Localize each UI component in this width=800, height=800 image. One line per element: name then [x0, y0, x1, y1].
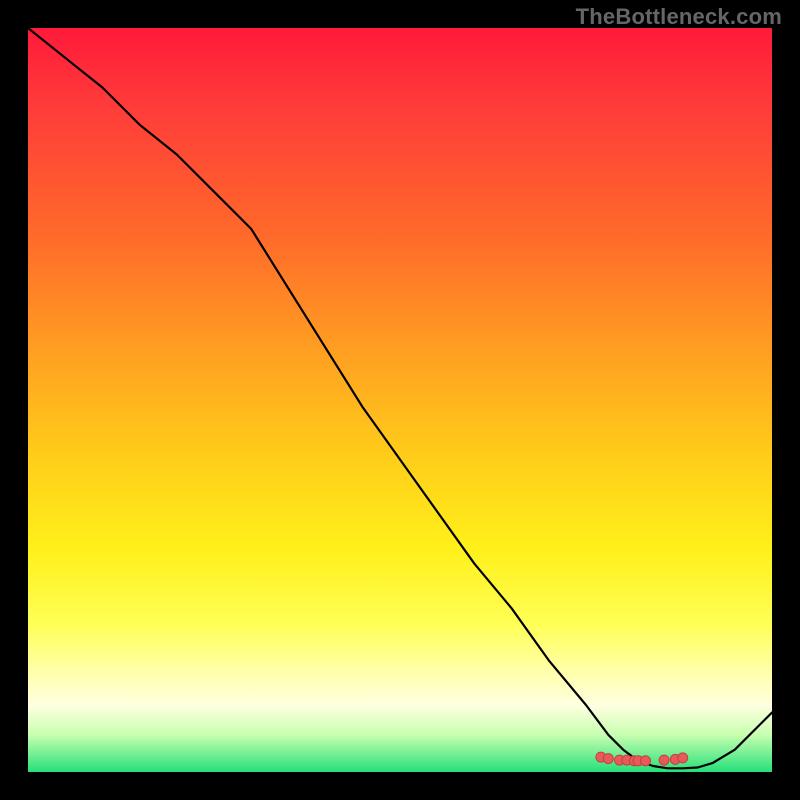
- chart-stage: TheBottleneck.com: [0, 0, 800, 800]
- marker-dot: [641, 756, 651, 766]
- marker-dot: [678, 753, 688, 763]
- plot-area: [28, 28, 772, 772]
- chart-svg: [28, 28, 772, 772]
- watermark-text: TheBottleneck.com: [576, 4, 782, 30]
- marker-cluster: [596, 752, 688, 766]
- marker-dot: [659, 755, 669, 765]
- marker-dot: [603, 754, 613, 764]
- data-curve: [28, 28, 772, 768]
